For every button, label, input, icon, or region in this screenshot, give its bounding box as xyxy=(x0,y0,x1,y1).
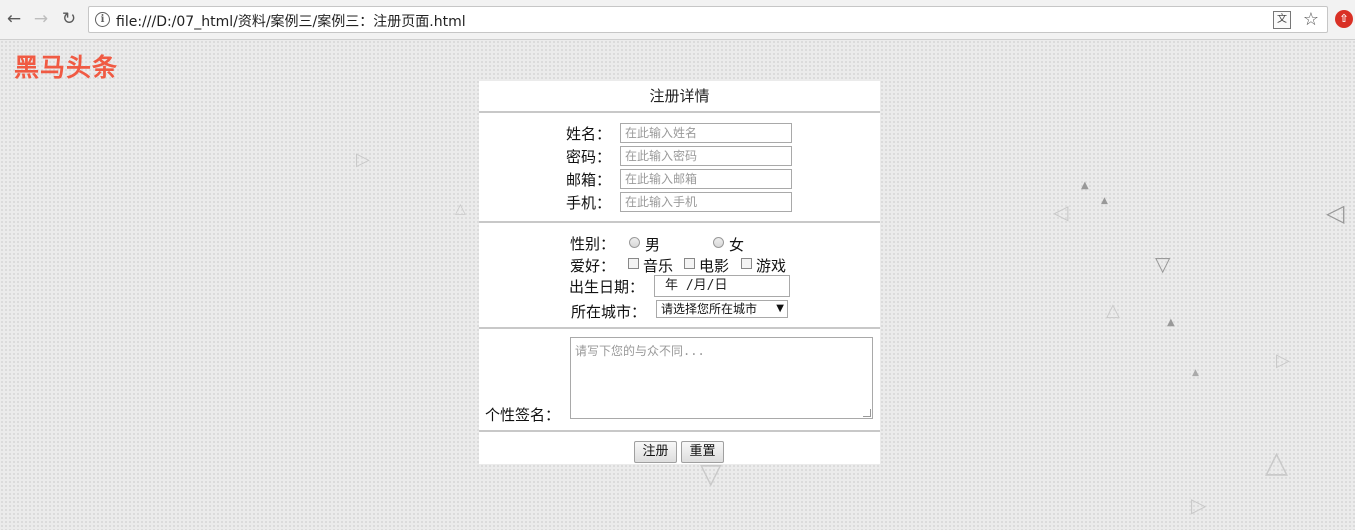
city-label: 所在城市： xyxy=(571,303,647,321)
hobby-movie-label[interactable]: 电影 xyxy=(699,255,729,276)
phone-input[interactable]: 在此输入手机 xyxy=(620,192,792,212)
hobby-label: 爱好： xyxy=(570,257,616,275)
signature-textarea[interactable]: 请写下您的与众不同... xyxy=(570,337,873,419)
city-select-value: 请选择您所在城市 xyxy=(661,302,758,316)
hobby-movie-checkbox[interactable] xyxy=(684,258,695,269)
city-select[interactable]: 请选择您所在城市 ▼ xyxy=(656,300,788,318)
divider xyxy=(479,221,880,223)
form-title: 注册详情 xyxy=(649,87,710,105)
signature-placeholder: 请写下您的与众不同... xyxy=(575,344,705,358)
triangle-decoration-icon: ◁ xyxy=(1326,199,1345,227)
triangle-decoration-icon: ▷ xyxy=(1276,350,1290,371)
password-input[interactable]: 在此输入密码 xyxy=(620,146,792,166)
birthday-label: 出生日期： xyxy=(569,278,645,296)
hobby-music-label[interactable]: 音乐 xyxy=(643,255,673,276)
resize-grip-icon[interactable] xyxy=(863,409,871,417)
triangle-decoration-icon: ▲ xyxy=(1081,180,1089,191)
divider xyxy=(479,430,880,432)
name-label: 姓名： xyxy=(566,125,612,143)
divider xyxy=(479,327,880,329)
gender-male-radio[interactable] xyxy=(629,237,640,248)
name-input[interactable]: 在此输入姓名 xyxy=(620,123,792,143)
hobby-music-checkbox[interactable] xyxy=(628,258,639,269)
triangle-decoration-icon: ◁ xyxy=(1053,200,1069,224)
password-label: 密码： xyxy=(566,148,612,166)
email-input[interactable]: 在此输入邮箱 xyxy=(620,169,792,189)
gender-label: 性别： xyxy=(570,235,616,253)
hobby-game-checkbox[interactable] xyxy=(741,258,752,269)
registration-form: 注册详情 姓名： 在此输入姓名 密码： 在此输入密码 邮箱： 在此输入邮箱 手机… xyxy=(479,81,880,464)
triangle-decoration-icon: ▷ xyxy=(356,149,370,170)
star-icon[interactable]: ☆ xyxy=(1303,9,1319,30)
triangle-decoration-icon: △ xyxy=(1265,445,1289,480)
address-bar[interactable]: i file:///D:/07_html/资料/案例三/案例三：注册页面.htm… xyxy=(88,6,1328,33)
extension-icon[interactable]: ⇧ xyxy=(1335,10,1353,28)
url-text[interactable]: file:///D:/07_html/资料/案例三/案例三：注册页面.html xyxy=(116,11,466,31)
birthday-date-input[interactable]: 年 /月/日 xyxy=(654,275,790,297)
email-label: 邮箱： xyxy=(566,171,612,189)
browser-toolbar: ← → ↻ i file:///D:/07_html/资料/案例三/案例三：注册… xyxy=(0,0,1355,40)
forward-icon[interactable]: → xyxy=(30,8,52,30)
signature-label: 个性签名： xyxy=(485,406,561,424)
translate-icon[interactable]: 文 xyxy=(1273,11,1291,29)
triangle-decoration-icon: ▷ xyxy=(1191,493,1207,517)
dropdown-arrow-icon: ▼ xyxy=(776,303,784,314)
reset-button[interactable]: 重置 xyxy=(681,441,724,463)
divider xyxy=(479,111,880,113)
phone-label: 手机： xyxy=(566,194,612,212)
hobby-game-label[interactable]: 游戏 xyxy=(756,255,786,276)
triangle-decoration-icon: ▲ xyxy=(1167,317,1175,328)
gender-male-label[interactable]: 男 xyxy=(645,234,660,255)
triangle-decoration-icon: ▲ xyxy=(1101,196,1108,206)
gender-female-radio[interactable] xyxy=(713,237,724,248)
back-icon[interactable]: ← xyxy=(3,8,25,30)
triangle-decoration-icon: ▽ xyxy=(1155,252,1171,276)
triangle-decoration-icon: △ xyxy=(1106,300,1120,321)
triangle-decoration-icon: △ xyxy=(455,201,466,217)
site-logo[interactable]: 黑马头条 xyxy=(14,48,118,84)
info-icon[interactable]: i xyxy=(95,12,110,27)
reload-icon[interactable]: ↻ xyxy=(58,8,80,30)
register-button[interactable]: 注册 xyxy=(634,441,677,463)
triangle-decoration-icon: ▽ xyxy=(700,457,722,490)
gender-female-label[interactable]: 女 xyxy=(729,234,744,255)
triangle-decoration-icon: ▲ xyxy=(1192,368,1199,378)
